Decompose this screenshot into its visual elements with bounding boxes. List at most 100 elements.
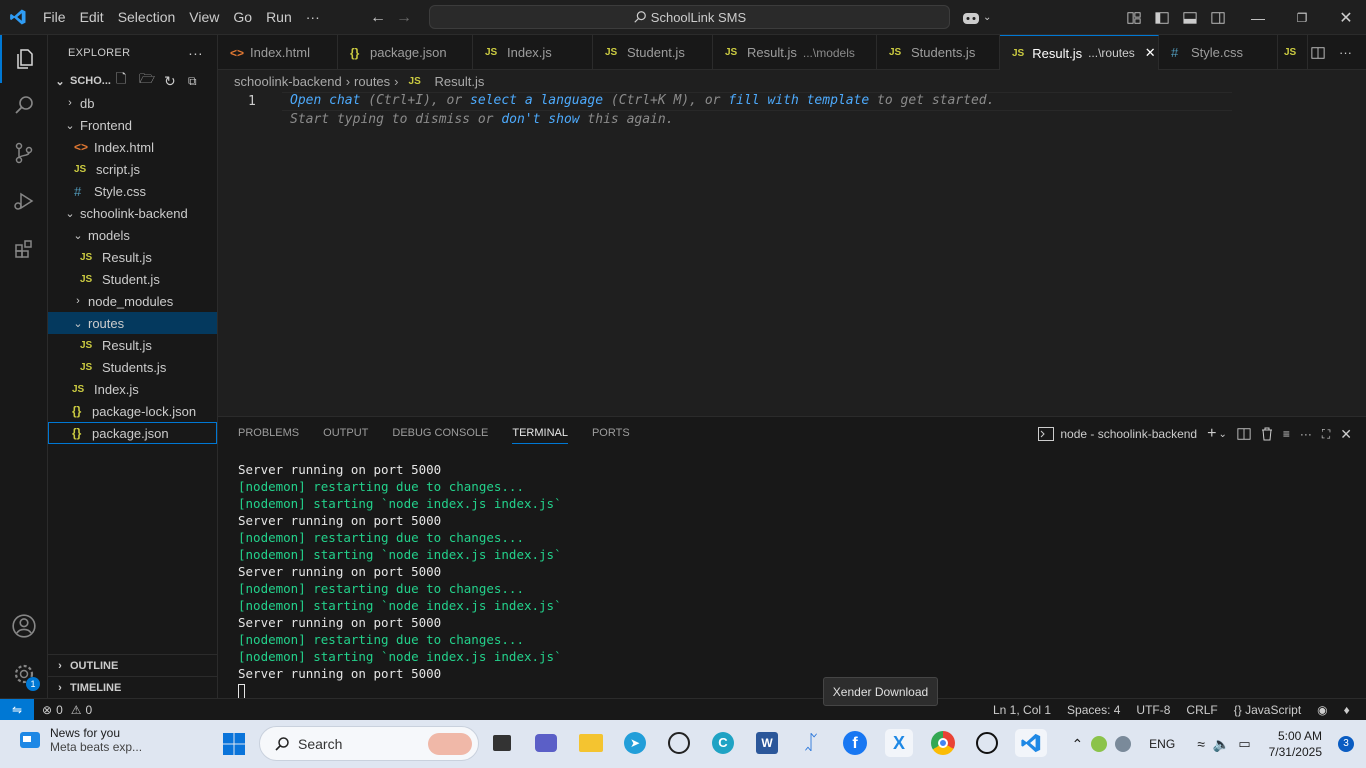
whatsapp-icon[interactable] (665, 729, 693, 757)
notification-badge[interactable]: 3 (1338, 736, 1354, 752)
tab-terminal[interactable]: TERMINAL (512, 427, 568, 444)
close-panel-icon[interactable]: ✕ (1340, 426, 1352, 443)
word-icon[interactable]: W (753, 729, 781, 757)
indentation[interactable]: Spaces: 4 (1067, 703, 1120, 717)
toggle-panel-icon[interactable] (1183, 11, 1197, 25)
split-editor-icon[interactable] (1311, 46, 1325, 60)
tab-result-js-models[interactable]: JS Result.js ...\models (713, 35, 877, 70)
language-mode[interactable]: {} JavaScript (1234, 703, 1301, 717)
toggle-sidebar-icon[interactable] (1155, 11, 1169, 25)
terminal-output[interactable]: Server running on port 5000 [nodemon] res… (238, 461, 562, 699)
copilot-button[interactable]: ⌄ (962, 0, 991, 35)
tree-file-package-json[interactable]: {} package.json (48, 422, 217, 444)
outline-section[interactable]: › OUTLINE (48, 654, 217, 676)
timeline-section[interactable]: › TIMELINE (48, 676, 217, 698)
menu-more[interactable]: ··· (299, 0, 327, 35)
battery-icon[interactable]: ▭ (1238, 736, 1250, 752)
tree-folder-routes[interactable]: ⌄ routes (48, 312, 217, 334)
refresh-icon[interactable]: ↻ (164, 73, 176, 90)
tab-overflow[interactable]: JS (1278, 35, 1308, 70)
tab-result-js-routes[interactable]: JS Result.js ...\routes ✕ (1000, 35, 1159, 70)
facebook-icon[interactable]: f (841, 729, 869, 757)
taskbar-search[interactable]: Search (259, 726, 479, 761)
language-indicator[interactable]: ENG (1149, 737, 1175, 751)
customize-layout-icon[interactable] (1127, 11, 1141, 25)
cursor-position[interactable]: Ln 1, Col 1 (993, 703, 1051, 717)
vscode-taskbar-icon[interactable] (1015, 729, 1047, 757)
tree-file-script-js[interactable]: JS script.js (48, 158, 217, 180)
task-view-icon[interactable] (488, 729, 516, 757)
trash-icon[interactable] (1261, 427, 1273, 441)
run-debug-activity[interactable] (0, 177, 48, 225)
new-file-icon[interactable]: 🗋 (116, 70, 126, 92)
dont-show-link[interactable]: don't show (501, 112, 579, 127)
tray-app-icon[interactable] (1091, 736, 1108, 752)
telegram-icon[interactable]: ➤ (621, 729, 649, 757)
xender-icon[interactable]: X (885, 729, 913, 757)
code-editor[interactable]: 1 Open chat (Ctrl+I), or select a langua… (218, 92, 1366, 416)
news-widget[interactable]: News for you Meta beats exp... (18, 726, 142, 754)
close-tab-icon[interactable]: ✕ (1145, 45, 1156, 61)
explorer-activity[interactable] (0, 35, 48, 83)
select-language-link[interactable]: select a language (470, 93, 603, 108)
extensions-activity[interactable] (0, 225, 48, 273)
tree-file-package-lock-json[interactable]: {} package-lock.json (48, 400, 217, 422)
chrome-icon[interactable] (929, 729, 957, 757)
terminal-prompt[interactable] (238, 682, 562, 699)
bluetooth-icon[interactable]: ᛢ (797, 729, 825, 757)
restore-icon[interactable]: ❐ (1280, 11, 1324, 25)
remote-indicator[interactable]: ⇋ (0, 698, 34, 721)
more-actions-icon[interactable]: ··· (1300, 427, 1312, 441)
menu-edit[interactable]: Edit (73, 0, 111, 35)
volume-icon[interactable]: 🔈 (1213, 736, 1230, 753)
terminal-name[interactable]: node - schoolink-backend (1060, 427, 1197, 441)
workspace-root[interactable]: ⌄ SCHO... 🗋 🗁 ↻ ⧉ (48, 70, 217, 92)
tab-output[interactable]: OUTPUT (323, 427, 368, 444)
tab-students-js[interactable]: JS Students.js (877, 35, 1000, 70)
end-of-line[interactable]: CRLF (1186, 703, 1217, 717)
breadcrumb-item[interactable]: routes (354, 74, 390, 89)
source-control-activity[interactable] (0, 129, 48, 177)
tree-file-student-js[interactable]: JS Student.js (48, 268, 217, 290)
tree-folder-db[interactable]: › db (48, 92, 217, 114)
tree-folder-frontend[interactable]: ⌄ Frontend (48, 114, 217, 136)
toggle-secondary-sidebar-icon[interactable] (1211, 11, 1225, 25)
problems-status[interactable]: ⊗ 0 ⚠ 0 (42, 703, 92, 717)
chatgpt-icon[interactable] (973, 729, 1001, 757)
tab-style-css[interactable]: # Style.css (1159, 35, 1278, 70)
new-folder-icon[interactable]: 🗁 (139, 70, 155, 92)
close-icon[interactable]: ✕ (1324, 8, 1366, 28)
menu-file[interactable]: File (36, 0, 73, 35)
breadcrumb-item[interactable]: schoolink-backend (234, 74, 342, 89)
tab-debug-console[interactable]: DEBUG CONSOLE (392, 427, 488, 444)
tab-index-html[interactable]: <> Index.html (218, 35, 338, 70)
copilot-status-icon[interactable]: ◉ (1317, 703, 1327, 717)
split-terminal-icon[interactable] (1237, 427, 1251, 441)
tree-file-index-html[interactable]: <> Index.html (48, 136, 217, 158)
menu-go[interactable]: Go (226, 0, 259, 35)
fill-template-link[interactable]: fill with template (728, 93, 869, 108)
encoding[interactable]: UTF-8 (1136, 703, 1170, 717)
new-terminal-icon[interactable]: + (1207, 425, 1216, 443)
maximize-panel-icon[interactable]: ⛶ (1322, 427, 1330, 442)
collapse-all-icon[interactable]: ⧉ (188, 74, 197, 89)
chevron-up-icon[interactable]: ⌃ (1071, 736, 1083, 753)
clock[interactable]: 5:00 AM 7/31/2025 (1269, 728, 1322, 760)
tab-ports[interactable]: PORTS (592, 427, 630, 444)
menu-view[interactable]: View (182, 0, 226, 35)
meet-app-icon[interactable] (532, 729, 560, 757)
tree-file-students-js[interactable]: JS Students.js (48, 356, 217, 378)
tab-index-js[interactable]: JS Index.js (473, 35, 593, 70)
tab-student-js[interactable]: JS Student.js (593, 35, 713, 70)
open-chat-link[interactable]: Open chat (290, 93, 360, 108)
manage-activity[interactable]: 1 (0, 650, 48, 698)
file-explorer-icon[interactable] (577, 729, 605, 757)
more-actions-icon[interactable]: ··· (188, 45, 203, 61)
copilot-app-icon[interactable]: C (709, 729, 737, 757)
menu-selection[interactable]: Selection (111, 0, 183, 35)
tree-folder-models[interactable]: ⌄ models (48, 224, 217, 246)
tree-file-routes-result-js[interactable]: JS Result.js (48, 334, 217, 356)
breadcrumb-item[interactable]: Result.js (435, 74, 485, 89)
menu-run[interactable]: Run (259, 0, 299, 35)
tree-folder-node-modules[interactable]: › node_modules (48, 290, 217, 312)
